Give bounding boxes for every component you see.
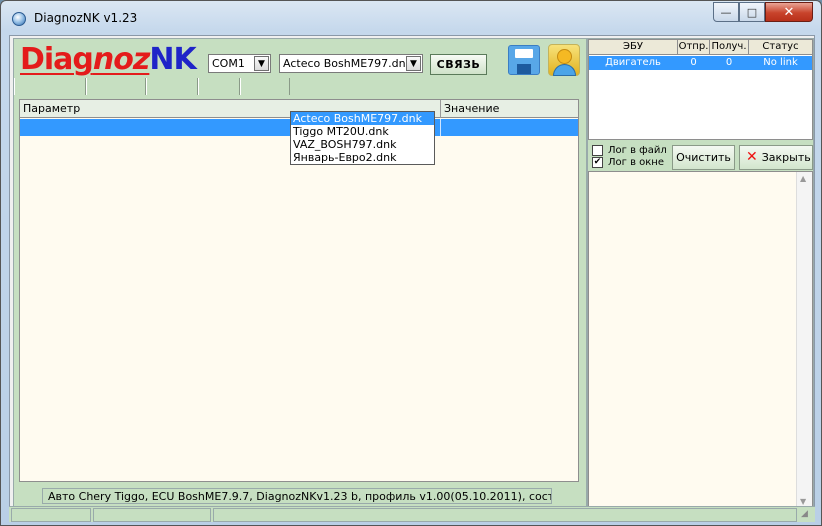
tab-3[interactable]: [146, 78, 198, 95]
column-header-sent[interactable]: Отпр.: [678, 41, 709, 52]
column-header-status[interactable]: Статус: [749, 41, 812, 52]
ecu-name: Двигатель: [605, 57, 661, 68]
column-header-received[interactable]: Получ.: [710, 41, 748, 52]
log-to-window-checkbox[interactable]: ✔: [592, 157, 603, 168]
profile-option[interactable]: Январь-Евро2.dnk: [291, 151, 434, 164]
profile-status-text: Авто Chery Tiggo, ECU BoshME7.9.7, Diagn…: [42, 488, 552, 504]
window-controls: — □ ✕: [713, 2, 813, 22]
close-log-label: Закрыть: [761, 151, 811, 164]
tab-5[interactable]: [240, 78, 290, 95]
ecu-status: No link: [763, 57, 798, 68]
clear-log-button[interactable]: Очистить: [672, 145, 735, 170]
port-select[interactable]: COM1 ▼: [208, 54, 271, 73]
close-icon: ✕: [746, 149, 758, 165]
table-row[interactable]: Двигатель 0 0 No link: [589, 56, 812, 70]
logo-part-nk: NK: [149, 42, 196, 77]
status-cell-2: [93, 508, 211, 522]
title-bar[interactable]: DiagnozNK v1.23 — □ ✕: [1, 1, 821, 35]
profile-option[interactable]: Tiggo MT20U.dnk: [291, 125, 434, 138]
tab-2[interactable]: [86, 78, 146, 95]
ecu-table[interactable]: ЭБУ Отпр. Получ. Статус Двигатель 0 0 No…: [588, 39, 813, 140]
profile-select[interactable]: Acteco BoshME797.dnk ▼: [279, 54, 423, 73]
column-separator[interactable]: [440, 100, 441, 118]
log-to-window-label: Лог в окне: [608, 157, 664, 168]
column-header-value[interactable]: Значение: [444, 102, 499, 115]
close-window-button[interactable]: ✕: [765, 2, 813, 22]
ecu-received: 0: [725, 57, 733, 68]
maximize-button[interactable]: □: [739, 2, 765, 22]
port-value: COM1: [212, 57, 245, 70]
profile-option[interactable]: Acteco BoshME797.dnk: [291, 112, 434, 125]
log-controls: Лог в файл ✔ Лог в окне Очистить ✕ Закрыт…: [588, 142, 813, 170]
logo-part-diag: Diag: [20, 42, 94, 77]
status-bar: ◢: [9, 506, 815, 522]
profile-dropdown-list[interactable]: Acteco BoshME797.dnk Tiggo MT20U.dnk VAZ…: [290, 111, 435, 165]
ecu-sent: 0: [690, 57, 697, 68]
logo-part-noz: noz: [92, 42, 150, 77]
profile-value: Acteco BoshME797.dnk: [283, 57, 412, 70]
window-title: DiagnozNK v1.23: [34, 11, 138, 25]
user-icon[interactable]: [548, 44, 580, 76]
log-to-file-checkbox[interactable]: [592, 145, 603, 156]
save-icon-shutter: [517, 64, 531, 74]
status-cell-3: [213, 508, 797, 522]
log-to-file-label: Лог в файл: [608, 145, 667, 156]
app-logo: DiagnozNK: [20, 42, 197, 77]
user-icon-head: [557, 49, 572, 64]
profile-option[interactable]: VAZ_BOSH797.dnk: [291, 138, 434, 151]
tab-strip: [14, 78, 586, 96]
save-icon-label: [515, 49, 533, 58]
status-cell-1: [11, 508, 91, 522]
connect-button[interactable]: СВЯЗЬ: [430, 54, 487, 75]
tab-4[interactable]: [198, 78, 240, 95]
tab-1[interactable]: [14, 78, 86, 95]
close-log-button[interactable]: ✕ Закрыть: [739, 145, 813, 170]
log-scrollbar[interactable]: ▲ ▼: [796, 172, 812, 508]
chevron-down-icon[interactable]: ▼: [254, 56, 269, 71]
row-separator: [440, 119, 441, 136]
profile-status-strip: Авто Chery Tiggo, ECU BoshME7.9.7, Diagn…: [19, 485, 579, 504]
resize-grip-icon[interactable]: ◢: [801, 509, 813, 521]
chevron-down-icon[interactable]: ▼: [406, 56, 421, 71]
client-area: DiagnozNK COM1 ▼ Acteco BoshME797.dnk ▼ …: [9, 35, 815, 521]
side-panel: ЭБУ Отпр. Получ. Статус Двигатель 0 0 No…: [587, 38, 814, 510]
minimize-button[interactable]: —: [713, 2, 739, 22]
user-icon-body: [553, 64, 576, 76]
app-icon: [12, 12, 26, 26]
ecu-table-header: ЭБУ Отпр. Получ. Статус: [589, 40, 812, 55]
column-header-ecu[interactable]: ЭБУ: [589, 41, 677, 52]
scroll-down-icon[interactable]: ▼: [800, 497, 806, 506]
app-window: DiagnozNK v1.23 — □ ✕ DiagnozNK COM1 ▼ A…: [0, 0, 822, 526]
main-panel: DiagnozNK COM1 ▼ Acteco BoshME797.dnk ▼ …: [13, 38, 587, 510]
log-area[interactable]: ▲ ▼: [588, 171, 813, 509]
log-to-file-option[interactable]: Лог в файл: [592, 145, 667, 156]
save-icon[interactable]: [508, 45, 540, 75]
log-to-window-option[interactable]: ✔ Лог в окне: [592, 157, 664, 168]
scroll-up-icon[interactable]: ▲: [800, 174, 806, 183]
column-header-parameter[interactable]: Параметр: [23, 102, 80, 115]
